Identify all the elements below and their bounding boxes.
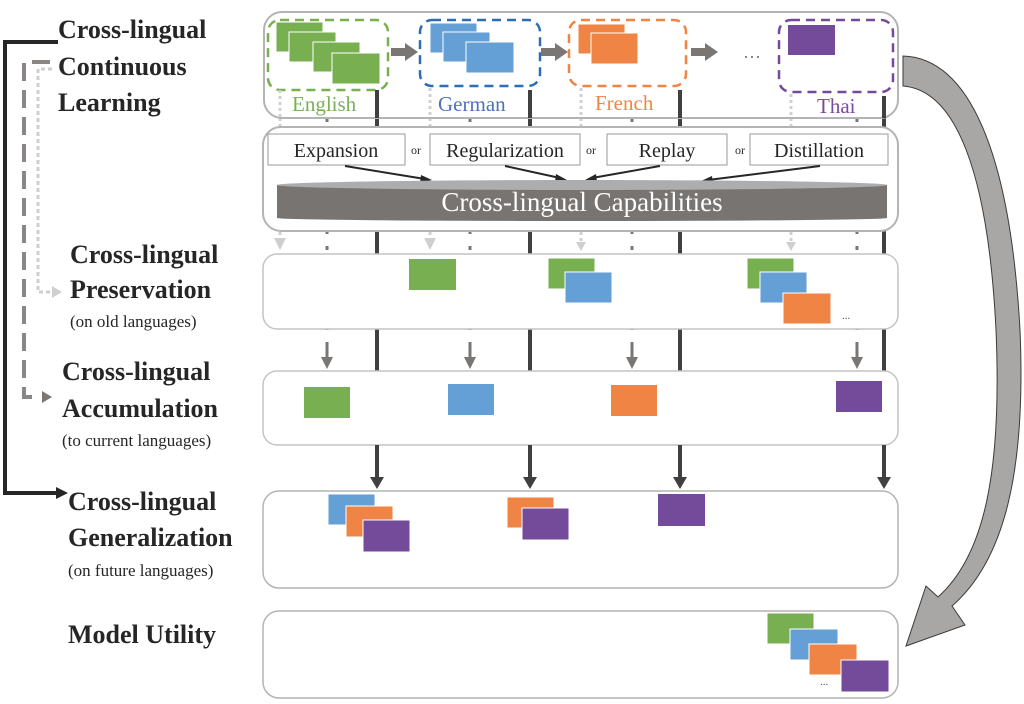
thai-doc xyxy=(836,381,882,412)
dark-arrowhead xyxy=(877,477,891,489)
method-expansion: Expansion xyxy=(294,140,378,162)
preservation-arrowheads xyxy=(274,238,796,251)
gray-arrowhead xyxy=(626,357,638,369)
generalization-label-line2: Generalization xyxy=(68,523,233,552)
method-distillation: Distillation xyxy=(774,140,864,162)
preservation-note: (on old languages) xyxy=(70,312,197,331)
light-arrowhead xyxy=(786,242,796,251)
methods-row: Expansion or Regularization or Replay or… xyxy=(267,133,889,166)
left-labels: Cross-lingual Continuous Learning Cross-… xyxy=(58,15,233,649)
french-doc xyxy=(611,385,657,416)
continuous-label-line3: Learning xyxy=(58,88,161,117)
accumulation-arrowhead xyxy=(42,391,52,403)
english-doc xyxy=(409,259,456,290)
method-replay: Replay xyxy=(639,140,696,162)
generalization-label-line1: Cross-lingual xyxy=(68,487,216,516)
thai-doc xyxy=(521,507,570,541)
or-connector: or xyxy=(735,143,745,157)
thai-doc xyxy=(362,519,411,553)
preservation-label-line1: Cross-lingual xyxy=(70,240,218,269)
gray-arrowhead xyxy=(851,357,863,369)
more-languages-ellipsis: … xyxy=(743,42,761,62)
capabilities-cylinder: Cross-lingual Capabilities xyxy=(277,180,887,221)
german-doc xyxy=(448,384,494,415)
diagram-canvas: Cross-lingual Continuous Learning Cross-… xyxy=(3,11,1022,699)
gray-arrowhead xyxy=(464,357,476,369)
capabilities-label: Cross-lingual Capabilities xyxy=(441,187,722,217)
language-name-german: German xyxy=(438,92,506,116)
or-connector: or xyxy=(411,143,421,157)
english-doc xyxy=(331,52,381,85)
accumulation-note: (to current languages) xyxy=(62,431,211,450)
accumulation-label-line1: Cross-lingual xyxy=(62,357,210,386)
german-doc xyxy=(564,271,613,304)
generalization-arrows xyxy=(370,445,891,489)
french-doc xyxy=(782,292,832,325)
language-name-thai: Thai xyxy=(817,94,856,118)
preservation-arrowhead xyxy=(52,286,62,298)
gray-arrowhead xyxy=(321,357,333,369)
german-doc xyxy=(465,41,515,74)
dark-arrowhead xyxy=(370,477,384,489)
english-doc xyxy=(304,387,350,418)
accumulation-label-line2: Accumulation xyxy=(62,394,219,423)
thai-doc xyxy=(658,494,705,526)
language-name-english: English xyxy=(292,92,357,116)
light-arrowhead xyxy=(274,238,286,250)
preservation-label-line2: Preservation xyxy=(70,275,212,304)
thai-doc xyxy=(788,25,835,55)
light-arrowhead xyxy=(576,242,586,251)
light-arrowhead xyxy=(424,238,436,250)
more-ellipsis: ... xyxy=(842,310,851,322)
accumulation-panel xyxy=(262,370,899,446)
language-name-french: French xyxy=(595,91,654,115)
french-doc xyxy=(590,32,639,65)
generalization-note: (on future languages) xyxy=(68,561,213,580)
utility-label: Model Utility xyxy=(68,620,216,649)
dark-arrowhead xyxy=(673,477,687,489)
method-regularization: Regularization xyxy=(446,140,564,162)
accumulation-arrows xyxy=(321,346,863,369)
continuous-label-line2: Continuous xyxy=(58,52,187,81)
preservation-connector xyxy=(36,67,52,294)
or-connector: or xyxy=(586,143,596,157)
more-ellipsis: ... xyxy=(820,676,829,688)
thai-doc xyxy=(840,659,890,693)
model-utility-curved-arrow xyxy=(902,55,1022,647)
continuous-label-line1: Cross-lingual xyxy=(58,15,206,44)
generalization-arrowhead xyxy=(56,487,68,499)
generalization-connector xyxy=(3,40,58,495)
dark-arrowhead xyxy=(523,477,537,489)
